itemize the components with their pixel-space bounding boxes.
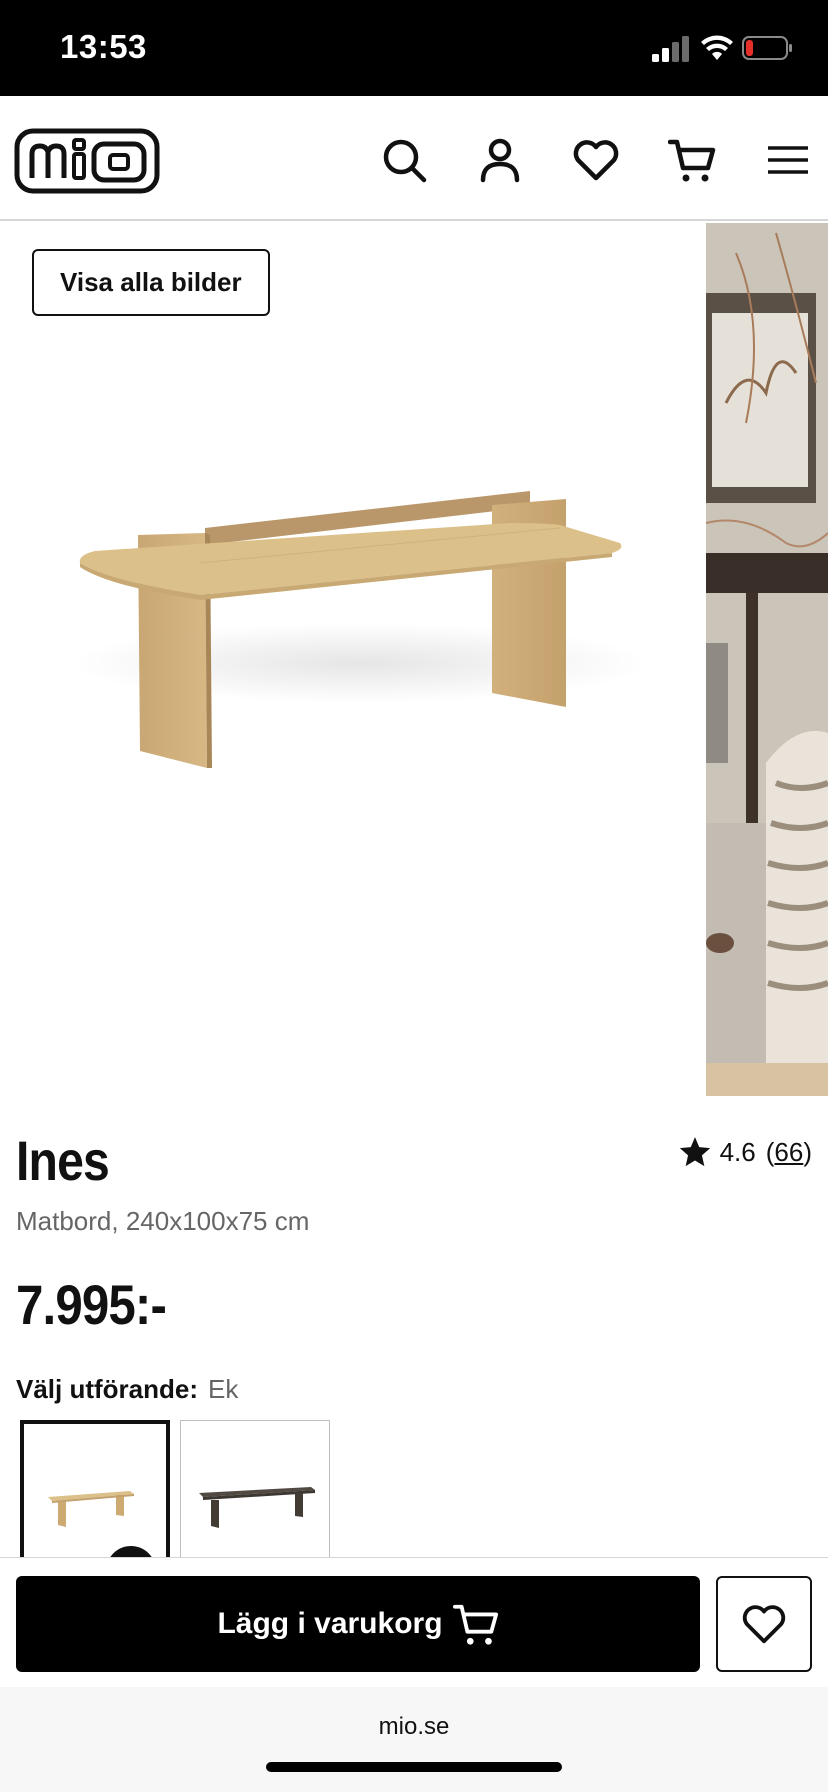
battery-low-icon: [742, 36, 792, 60]
account-icon[interactable]: [476, 136, 524, 184]
product-title: Ines: [16, 1129, 110, 1192]
variant-label-text: Välj utförande:: [16, 1374, 199, 1404]
site-header: [0, 96, 828, 221]
review-count-link[interactable]: 66: [774, 1137, 803, 1168]
review-open-paren: (: [765, 1136, 775, 1167]
star-icon: [679, 1137, 710, 1167]
rating-value: 4.6: [719, 1136, 756, 1167]
product-subtitle: Matbord, 240x100x75 cm: [16, 1206, 310, 1236]
browser-address-bar[interactable]: mio.se: [0, 1687, 828, 1792]
status-bar: 13:53: [0, 0, 828, 96]
add-to-cart-label: Lägg i varukorg: [217, 1607, 443, 1640]
heart-icon: [742, 1605, 786, 1644]
variant-swatch-dark[interactable]: [180, 1420, 330, 1562]
cart-icon: [452, 1604, 498, 1645]
variant-selector-label: Välj utförande: Ek: [16, 1374, 238, 1405]
product-price: 7.995:-: [16, 1273, 167, 1336]
status-time: 13:53: [60, 28, 147, 65]
product-gallery[interactable]: Visa alla bilder: [0, 223, 828, 1096]
product-image-lifestyle[interactable]: [706, 223, 828, 1096]
variant-selected-value: Ek: [208, 1374, 239, 1404]
mio-logo[interactable]: [14, 128, 160, 194]
cellular-signal-icon: [652, 36, 689, 62]
heart-icon[interactable]: [572, 136, 620, 184]
wifi-icon: [701, 35, 733, 60]
product-image-main[interactable]: [0, 223, 706, 1096]
cart-icon[interactable]: [668, 136, 716, 184]
add-to-cart-button[interactable]: Lägg i varukorg: [16, 1576, 700, 1672]
sticky-action-bar: Lägg i varukorg: [0, 1557, 828, 1687]
search-icon[interactable]: [380, 136, 428, 184]
home-indicator[interactable]: [266, 1762, 562, 1772]
product-rating[interactable]: 4.6 (66): [678, 1135, 812, 1169]
view-all-images-button[interactable]: Visa alla bilder: [32, 249, 270, 316]
variant-swatch-oak[interactable]: [20, 1420, 170, 1562]
review-close-paren: ): [803, 1136, 812, 1167]
add-to-wishlist-button[interactable]: [716, 1576, 812, 1672]
browser-url[interactable]: mio.se: [0, 1713, 828, 1741]
menu-icon[interactable]: [764, 136, 812, 184]
